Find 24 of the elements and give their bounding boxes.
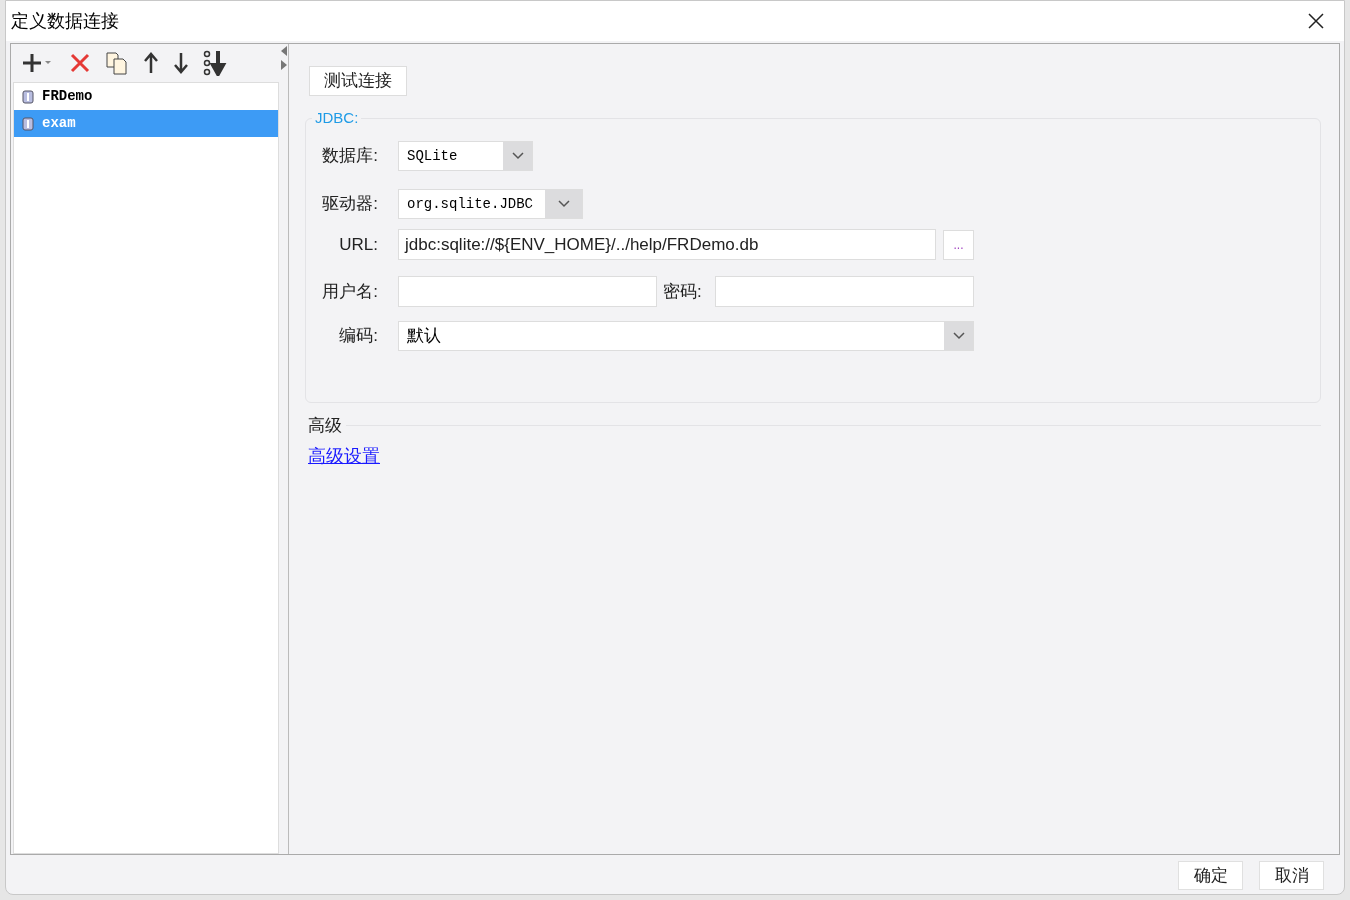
delete-icon[interactable] [69,52,91,74]
section-title: 高级 [307,415,343,437]
sort-down-icon[interactable] [203,50,229,76]
database-icon [22,116,34,131]
field-label: URL: [338,233,379,256]
database-icon [22,89,34,104]
field-label: 编码: [338,325,379,348]
field-label: 密码: [663,280,703,303]
connection-item[interactable]: FRDemo [14,83,278,110]
arrow-down-icon[interactable] [173,52,189,74]
arrow-up-icon[interactable] [143,52,159,74]
input-field[interactable] [715,276,974,307]
field-label: 驱动器: [321,193,379,216]
copy-icon[interactable] [105,51,129,75]
advanced-settings-link[interactable]: 高级设置 [308,442,380,470]
field-label: 数据库: [321,145,379,168]
browse-button[interactable]: ... [943,229,974,260]
input-field[interactable] [398,276,657,307]
field-label: 用户名: [321,280,379,303]
test-connection-button[interactable]: 测试连接 [309,66,407,96]
dialog-button[interactable]: 确定 [1178,861,1243,890]
window-title: 定义数据连接 [11,9,119,33]
input-field[interactable]: jdbc:sqlite://${ENV_HOME}/../help/FRDemo.db [398,229,936,260]
dialog-button[interactable]: 取消 [1259,861,1324,890]
